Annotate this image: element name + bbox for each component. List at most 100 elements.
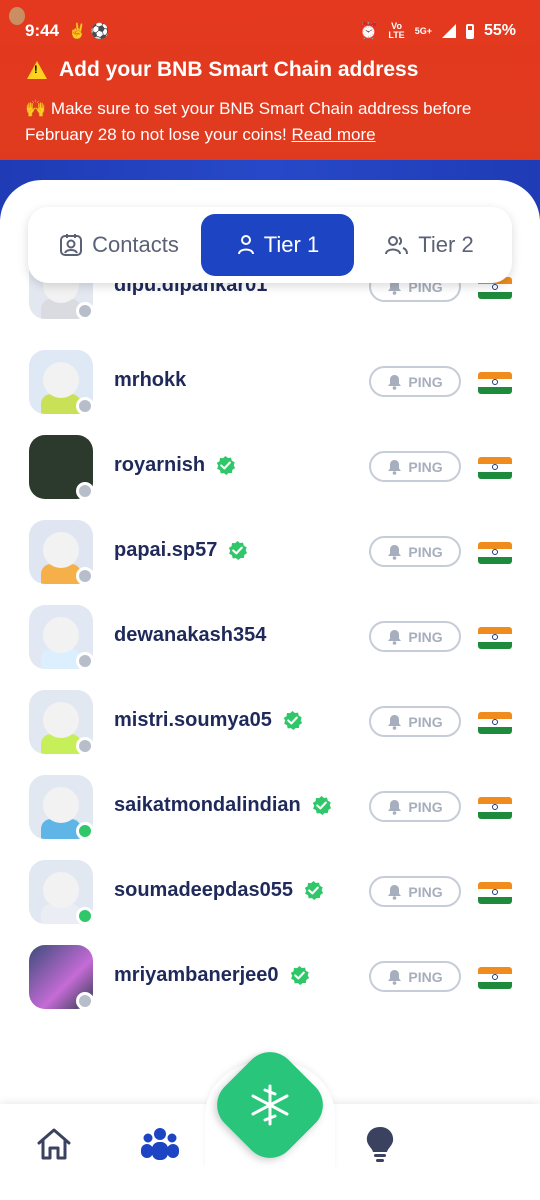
india-flag-icon bbox=[478, 882, 512, 904]
home-nav-button[interactable] bbox=[34, 1124, 74, 1164]
ping-button[interactable]: PING bbox=[369, 961, 461, 992]
battery-icon bbox=[465, 23, 474, 39]
username-row: papai.sp57 bbox=[114, 539, 248, 562]
bell-icon bbox=[388, 884, 402, 900]
ping-label: PING bbox=[408, 458, 443, 475]
presence-status-dot bbox=[76, 652, 94, 670]
username-row: royarnish bbox=[114, 454, 236, 477]
status-bar: 9:44 ✌ ⚽ ⏰ Vo LTE 5G+ 55% bbox=[0, 0, 540, 62]
banner-title: Add your BNB Smart Chain address bbox=[59, 58, 419, 81]
avatar-face bbox=[43, 532, 79, 568]
banner-title-row: ! Add your BNB Smart Chain address bbox=[27, 58, 418, 82]
presence-status-dot bbox=[76, 907, 94, 925]
username-row: dewanakash354 bbox=[114, 624, 266, 647]
verified-badge-icon bbox=[229, 540, 248, 561]
verified-badge-icon bbox=[216, 455, 236, 476]
avatar-face bbox=[43, 362, 79, 398]
raised-hands-icon: 🙌 bbox=[25, 99, 47, 118]
list-item[interactable]: saikatmondalindian PING bbox=[0, 775, 540, 860]
presence-status-dot bbox=[76, 482, 94, 500]
presence-status-dot bbox=[76, 302, 94, 320]
ping-button[interactable]: PING bbox=[369, 451, 461, 482]
verified-badge-icon bbox=[312, 795, 331, 816]
tab-contacts-label: Contacts bbox=[92, 232, 179, 257]
person-icon bbox=[237, 235, 254, 255]
presence-status-dot bbox=[76, 822, 94, 840]
list-item[interactable]: papai.sp57 PING bbox=[0, 520, 540, 605]
username: saikatmondalindian bbox=[114, 794, 301, 816]
ping-label: PING bbox=[408, 883, 443, 900]
bell-icon bbox=[388, 969, 402, 985]
bell-icon bbox=[388, 544, 402, 560]
list-item[interactable]: soumadeepdas055 PING bbox=[0, 860, 540, 945]
avatar-face bbox=[43, 702, 79, 738]
india-flag-icon bbox=[478, 457, 512, 479]
india-flag-icon bbox=[478, 797, 512, 819]
team-nav-button[interactable] bbox=[139, 1124, 179, 1164]
ping-button[interactable]: PING bbox=[369, 536, 461, 567]
username: soumadeepdas055 bbox=[114, 879, 293, 901]
verified-badge-icon bbox=[290, 965, 309, 986]
volte-indicator: Vo LTE bbox=[388, 21, 405, 40]
list-item[interactable]: royarnish PING bbox=[0, 435, 540, 520]
username-row: mriyambanerjee0 bbox=[114, 964, 310, 987]
ping-button[interactable]: PING bbox=[369, 621, 461, 652]
tier-member-list[interactable]: dipu.dipankar01 PING mrhokk PING royarnish PI… bbox=[0, 265, 540, 1045]
tier-tabs: Contacts Tier 1 Tier 2 bbox=[28, 207, 512, 283]
ping-button[interactable]: PING bbox=[369, 876, 461, 907]
ping-button[interactable]: PING bbox=[369, 706, 461, 737]
presence-status-dot bbox=[76, 397, 94, 415]
network-type: 5G+ bbox=[414, 25, 432, 36]
tab-tier-2-label: Tier 2 bbox=[418, 232, 474, 257]
contacts-icon bbox=[60, 234, 83, 256]
list-item[interactable]: dewanakash354 PING bbox=[0, 605, 540, 690]
ping-label: PING bbox=[408, 713, 443, 730]
india-flag-icon bbox=[478, 542, 512, 564]
tab-tier-1-label: Tier 1 bbox=[263, 232, 320, 257]
battery-percent: 55% bbox=[483, 22, 516, 39]
list-item[interactable]: mistri.soumya05 PING bbox=[0, 690, 540, 775]
bell-icon bbox=[388, 714, 402, 730]
username: royarnish bbox=[114, 454, 206, 476]
bell-icon bbox=[388, 459, 402, 475]
tab-contacts[interactable]: Contacts bbox=[36, 214, 201, 276]
username: dewanakash354 bbox=[114, 624, 267, 646]
list-item[interactable]: mrhokk PING bbox=[0, 350, 540, 435]
presence-status-dot bbox=[76, 737, 94, 755]
list-item[interactable]: mriyambanerjee0 PING bbox=[0, 945, 540, 1030]
username: mrhokk bbox=[114, 369, 187, 391]
ideas-nav-button[interactable] bbox=[362, 1124, 402, 1164]
home-icon bbox=[37, 1128, 71, 1160]
people-icon bbox=[385, 236, 409, 255]
ping-label: PING bbox=[408, 373, 443, 390]
ping-button[interactable]: PING bbox=[369, 366, 461, 397]
read-more-link[interactable]: Read more bbox=[291, 125, 375, 144]
india-flag-icon bbox=[478, 627, 512, 649]
tab-tier-2[interactable]: Tier 2 bbox=[354, 214, 504, 276]
status-time: 9:44 bbox=[25, 21, 60, 40]
username: mistri.soumya05 bbox=[114, 709, 272, 731]
banner-message-text: Make sure to set your BNB Smart Chain ad… bbox=[25, 99, 472, 144]
avatar-face bbox=[43, 872, 79, 908]
tab-tier-1[interactable]: Tier 1 bbox=[201, 214, 354, 276]
verified-badge-icon bbox=[304, 880, 324, 901]
profile-photo bbox=[9, 7, 25, 25]
avatar-face bbox=[43, 617, 79, 653]
team-icon bbox=[141, 1128, 179, 1160]
lightbulb-icon bbox=[366, 1127, 394, 1162]
username-row: mistri.soumya05 bbox=[114, 709, 303, 732]
presence-status-dot bbox=[76, 567, 94, 585]
username-row: mrhokk bbox=[114, 369, 186, 392]
signal-icon bbox=[441, 24, 456, 38]
india-flag-icon bbox=[478, 712, 512, 734]
verified-badge-icon bbox=[283, 710, 302, 731]
bell-icon bbox=[388, 374, 402, 390]
presence-status-dot bbox=[76, 992, 94, 1010]
ping-button[interactable]: PING bbox=[369, 791, 461, 822]
username: mriyambanerjee0 bbox=[114, 964, 279, 986]
bell-icon bbox=[388, 799, 402, 815]
alarm-icon: ⏰ bbox=[358, 23, 379, 40]
warning-icon: ! bbox=[27, 61, 47, 79]
ping-label: PING bbox=[408, 798, 443, 815]
india-flag-icon bbox=[478, 967, 512, 989]
